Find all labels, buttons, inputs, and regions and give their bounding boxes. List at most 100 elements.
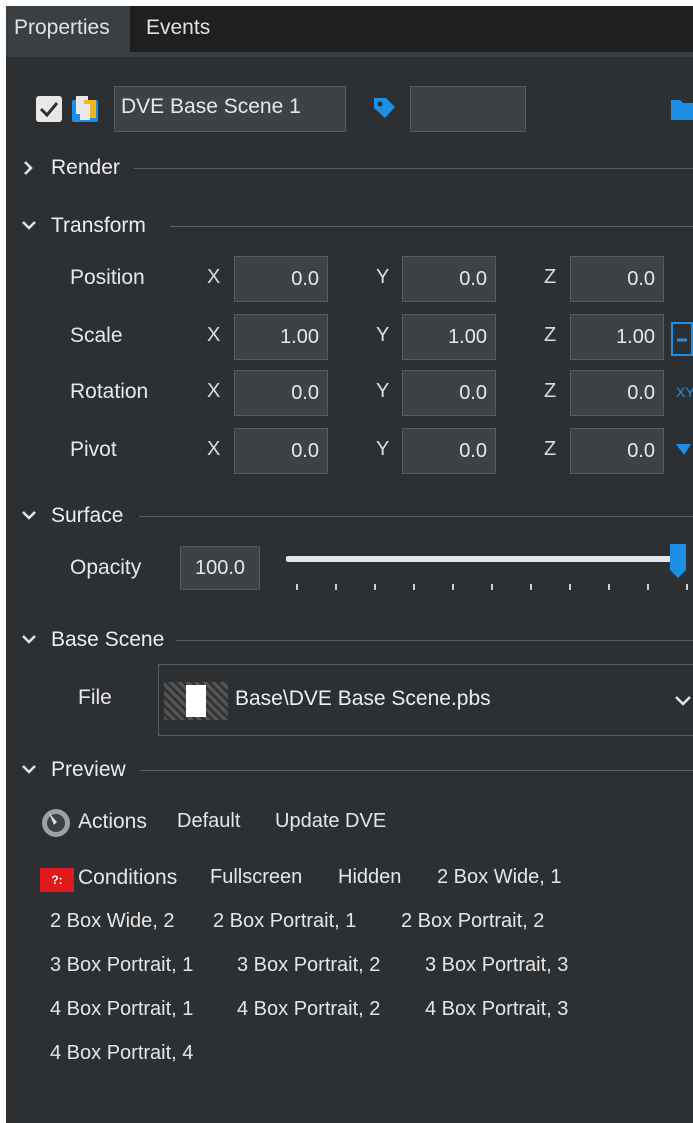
file-label: File [78, 686, 112, 709]
axis-x-label: X [207, 438, 221, 460]
axis-z-label: Z [544, 438, 557, 460]
tag-field[interactable] [410, 86, 526, 132]
section-render[interactable]: Render [6, 153, 693, 183]
actions-label: Actions [78, 810, 147, 833]
condition-item[interactable]: 3 Box Portrait, 2 [237, 954, 380, 977]
section-divider [140, 770, 693, 771]
position-y-field[interactable]: 0.0 [402, 256, 496, 302]
row-label: Position [70, 266, 145, 289]
slider-tick [296, 584, 298, 590]
object-name-field[interactable]: DVE Base Scene 1 [114, 86, 346, 132]
section-title: Transform [51, 214, 146, 237]
file-value: Base\DVE Base Scene.pbs [235, 687, 491, 710]
condition-item[interactable]: Fullscreen [210, 866, 302, 889]
scene-object-icon [70, 94, 102, 124]
section-divider [176, 640, 693, 641]
rotation-order-label[interactable]: XY [676, 384, 693, 400]
scale-y-field[interactable]: 1.00 [402, 314, 496, 360]
slider-tick [530, 584, 532, 590]
section-title: Base Scene [51, 628, 165, 651]
chevron-down-icon [675, 696, 691, 706]
conditions-label: Conditions [78, 866, 178, 889]
rotation-z-field[interactable]: 0.0 [570, 370, 664, 416]
properties-panel: Properties Events DVE Base Scene 1 Rende… [6, 6, 693, 1123]
axis-y-label: Y [376, 438, 390, 460]
condition-item[interactable]: 4 Box Portrait, 1 [50, 998, 193, 1021]
axis-z-label: Z [544, 266, 557, 288]
axis-y-label: Y [376, 324, 390, 346]
link-scale-toggle[interactable] [671, 322, 693, 356]
condition-item[interactable]: Hidden [338, 866, 401, 889]
opacity-slider-thumb[interactable] [670, 544, 686, 578]
axis-y-label: Y [376, 380, 390, 402]
section-title: Surface [51, 504, 124, 527]
check-icon [39, 102, 59, 118]
row-label: Rotation [70, 380, 149, 403]
pivot-x-field[interactable]: 0.0 [234, 428, 328, 474]
chevron-down-icon [22, 221, 36, 230]
condition-item[interactable]: 4 Box Portrait, 3 [425, 998, 568, 1021]
scale-z-field[interactable]: 1.00 [570, 314, 664, 360]
axis-z-label: Z [544, 380, 557, 402]
link-icon [677, 338, 687, 342]
actions-icon [40, 807, 72, 839]
section-base-scene[interactable]: Base Scene [6, 625, 693, 655]
condition-item[interactable]: 3 Box Portrait, 3 [425, 954, 568, 977]
row-label: Scale [70, 324, 123, 347]
position-x-field[interactable]: 0.0 [234, 256, 328, 302]
section-preview[interactable]: Preview [6, 755, 693, 785]
slider-tick [608, 584, 610, 590]
slider-tick [452, 584, 454, 590]
slider-tick [647, 584, 649, 590]
axis-x-label: X [207, 380, 221, 402]
chevron-down-icon [22, 635, 36, 644]
axis-z-label: Z [544, 324, 557, 346]
folder-icon[interactable] [669, 94, 693, 122]
section-surface[interactable]: Surface [6, 501, 693, 531]
slider-tick [686, 584, 688, 590]
condition-item[interactable]: 2 Box Wide, 1 [437, 866, 562, 889]
scale-x-field[interactable]: 1.00 [234, 314, 328, 360]
file-thumbnail [164, 682, 228, 720]
pivot-dropdown-icon[interactable] [674, 442, 693, 458]
section-title: Render [51, 156, 120, 179]
tab-bar: Properties Events [6, 6, 693, 52]
condition-item[interactable]: 2 Box Portrait, 1 [213, 910, 356, 933]
condition-item[interactable]: 2 Box Portrait, 2 [401, 910, 544, 933]
chevron-down-icon [22, 511, 36, 520]
chevron-down-icon [22, 765, 36, 774]
pivot-z-field[interactable]: 0.0 [570, 428, 664, 474]
section-divider [134, 168, 693, 169]
condition-item[interactable]: 3 Box Portrait, 1 [50, 954, 193, 977]
conditions-badge: ?: [40, 868, 74, 892]
position-z-field[interactable]: 0.0 [570, 256, 664, 302]
tag-icon[interactable] [370, 94, 398, 122]
opacity-label: Opacity [70, 556, 142, 579]
slider-tick [569, 584, 571, 590]
section-transform[interactable]: Transform [6, 211, 693, 241]
section-divider [139, 516, 693, 517]
enabled-checkbox[interactable] [36, 96, 62, 122]
tab-properties[interactable]: Properties [6, 6, 130, 52]
slider-tick [413, 584, 415, 590]
action-default[interactable]: Default [177, 810, 240, 833]
file-select[interactable]: Base\DVE Base Scene.pbs [158, 664, 693, 736]
condition-item[interactable]: 4 Box Portrait, 2 [237, 998, 380, 1021]
axis-x-label: X [207, 324, 221, 346]
pivot-y-field[interactable]: 0.0 [402, 428, 496, 474]
opacity-field[interactable]: 100.0 [180, 546, 260, 590]
slider-tick [335, 584, 337, 590]
condition-item[interactable]: 2 Box Wide, 2 [50, 910, 175, 933]
chevron-right-icon [24, 161, 33, 175]
axis-x-label: X [207, 266, 221, 288]
rotation-x-field[interactable]: 0.0 [234, 370, 328, 416]
rotation-y-field[interactable]: 0.0 [402, 370, 496, 416]
condition-item[interactable]: 4 Box Portrait, 4 [50, 1042, 193, 1065]
slider-tick [491, 584, 493, 590]
section-title: Preview [51, 758, 126, 781]
tab-events[interactable]: Events [138, 6, 228, 52]
slider-tick [374, 584, 376, 590]
action-update-dve[interactable]: Update DVE [275, 810, 386, 833]
row-label: Pivot [70, 438, 117, 461]
opacity-slider-track[interactable] [286, 556, 686, 562]
